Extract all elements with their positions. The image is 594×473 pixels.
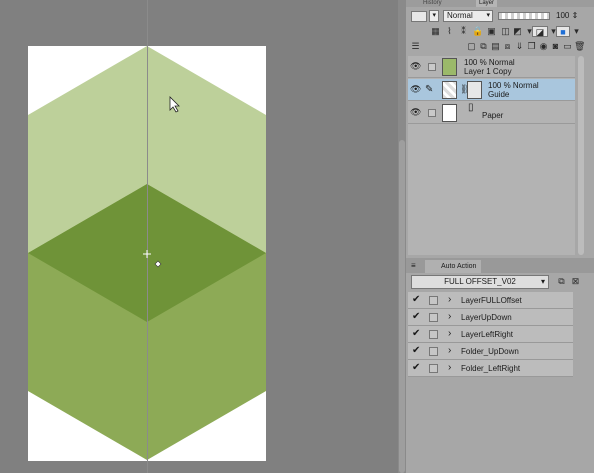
- chevron-right-icon[interactable]: ›: [448, 328, 451, 339]
- action-toggle-box[interactable]: [429, 347, 438, 356]
- fill-icon[interactable]: ◫: [500, 26, 511, 37]
- chevron-down-icon[interactable]: ▾: [571, 26, 582, 37]
- panel-tabs: History Layer: [406, 0, 594, 7]
- lock-icon[interactable]: 🔒: [472, 26, 483, 37]
- new-vector-layer-icon[interactable]: ⧉: [478, 41, 489, 52]
- layer-name-label: Layer 1 Copy: [464, 67, 512, 76]
- action-toggle-box[interactable]: [429, 364, 438, 373]
- color-square-icon[interactable]: ■: [556, 26, 570, 37]
- action-toggle-box[interactable]: [429, 330, 438, 339]
- layer-check[interactable]: [428, 109, 436, 117]
- tab-history[interactable]: History: [420, 0, 445, 7]
- canvas-area[interactable]: [0, 0, 398, 473]
- list-item[interactable]: ✔ › Folder_LeftRight: [408, 360, 573, 377]
- layer-mode-label: 100 % Normal: [464, 58, 515, 67]
- close-icon[interactable]: ⊠: [570, 276, 581, 287]
- reference-icon[interactable]: ⁑: [458, 26, 469, 37]
- lock-transparent-icon[interactable]: ▣: [486, 26, 497, 37]
- layer-name-label: Paper: [482, 111, 504, 120]
- check-icon[interactable]: ✔: [412, 362, 420, 373]
- merge-icon[interactable]: ⧈: [502, 41, 513, 52]
- layer-mode-label: 100 % Normal: [488, 81, 539, 90]
- auto-action-list: ✔ › LayerFULLOffset ✔ › LayerUpDown ✔ › …: [408, 292, 573, 377]
- new-raster-layer-icon[interactable]: ▢: [466, 41, 477, 52]
- stepper-icon[interactable]: ⇕: [569, 11, 579, 20]
- chevron-down-icon: ▾: [432, 12, 436, 19]
- right-panel: History Layer ▾ Normal ▾ 100 ⇕ ▦ ⌇ ⁑ 🔒 ▣…: [406, 0, 594, 473]
- layer-toolbar-row-1: ▦ ⌇ ⁑ 🔒 ▣ ◫ ◩ ▾ ◪ ▾ ■ ▾: [406, 25, 594, 39]
- mask-icon[interactable]: ◩: [512, 26, 523, 37]
- copy-set-icon[interactable]: ⧉: [556, 276, 567, 287]
- blend-mode-select[interactable]: Normal ▾: [443, 10, 493, 22]
- list-item[interactable]: ✔ › LayerUpDown: [408, 309, 573, 326]
- clip-icon[interactable]: ⌇: [444, 26, 455, 37]
- layer-color-swatch[interactable]: [411, 11, 427, 22]
- canvas-svg[interactable]: [0, 0, 398, 473]
- chevron-right-icon[interactable]: ›: [448, 311, 451, 322]
- canvas-vertical-scrollbar[interactable]: [398, 0, 406, 473]
- chevron-right-icon[interactable]: ›: [448, 362, 451, 373]
- eye-icon[interactable]: 👁: [410, 84, 421, 95]
- guide-ruler-icon: [467, 81, 482, 99]
- tab-auto-action[interactable]: Auto Action: [425, 260, 481, 273]
- chevron-right-icon[interactable]: ›: [448, 345, 451, 356]
- auto-action-set-select[interactable]: FULL OFFSET_V02 ▾: [411, 275, 549, 289]
- list-item[interactable]: ✔ › LayerFULLOffset: [408, 292, 573, 309]
- layer-item-guide[interactable]: 👁 ✎ ⛓ 100 % Normal Guide: [408, 79, 575, 101]
- chevron-right-icon[interactable]: ›: [448, 294, 451, 305]
- transfer-icon[interactable]: ⇓: [514, 41, 525, 52]
- opacity-slider[interactable]: [498, 12, 550, 20]
- layer-name-label: Guide: [488, 90, 510, 99]
- pen-icon: ✎: [425, 84, 434, 95]
- layer-thumbnail: [442, 104, 457, 122]
- mask-add-icon[interactable]: ◉: [538, 41, 549, 52]
- layer-item-layer1copy[interactable]: 👁 100 % Normal Layer 1 Copy: [408, 56, 575, 78]
- paper-icon: ▯: [468, 102, 474, 113]
- copy-icon[interactable]: ▭: [562, 41, 573, 52]
- action-toggle-box[interactable]: [429, 313, 438, 322]
- layer-list-scrollbar[interactable]: [578, 56, 584, 255]
- check-icon[interactable]: ✔: [412, 294, 420, 305]
- check-icon[interactable]: ✔: [412, 311, 420, 322]
- layer-item-paper[interactable]: 👁 ▯ Paper: [408, 102, 575, 124]
- swatch-dropdown-button[interactable]: ▾: [429, 10, 439, 22]
- list-item[interactable]: ✔ › LayerLeftRight: [408, 326, 573, 343]
- layer-toolbar-row-2: ☰ ▢ ⧉ ▤ ⧈ ⇓ ❐ ◉ ◙ ▭ 🗑: [406, 40, 594, 54]
- auto-action-header: ≡ Auto Action: [406, 258, 594, 273]
- eye-icon[interactable]: 👁: [410, 61, 421, 72]
- check-icon[interactable]: ✔: [412, 345, 420, 356]
- eye-icon[interactable]: 👁: [410, 107, 421, 118]
- tab-layer[interactable]: Layer: [476, 0, 498, 7]
- layer-list: 👁 100 % Normal Layer 1 Copy 👁 ✎ ⛓ 100 % …: [408, 56, 575, 255]
- layer-menu-icon[interactable]: ☰: [410, 41, 421, 52]
- scrollbar-thumb[interactable]: [399, 140, 405, 473]
- trash-icon[interactable]: 🗑: [574, 41, 585, 52]
- action-toggle-box[interactable]: [429, 296, 438, 305]
- check-icon[interactable]: ✔: [412, 328, 420, 339]
- grid-icon[interactable]: ▦: [430, 26, 441, 37]
- new-folder-icon[interactable]: ▤: [490, 41, 501, 52]
- chevron-down-icon: ▾: [540, 277, 545, 286]
- chevron-down-icon: ▾: [486, 12, 490, 19]
- layer-color-icon[interactable]: ◪: [532, 26, 548, 37]
- duplicate-icon[interactable]: ❐: [526, 41, 537, 52]
- list-item[interactable]: ✔ › Folder_UpDown: [408, 343, 573, 360]
- opacity-value[interactable]: 100 ⇕: [556, 11, 578, 20]
- panel-menu-icon[interactable]: ≡: [411, 261, 416, 270]
- layer-thumbnail: [442, 81, 457, 99]
- layer-property-bar: ▾ Normal ▾ 100 ⇕: [406, 8, 594, 24]
- layer-check[interactable]: [428, 63, 436, 71]
- auto-action-set-row: FULL OFFSET_V02 ▾ ⧉ ⊠: [406, 274, 594, 290]
- apply-mask-icon[interactable]: ◙: [550, 41, 561, 52]
- layer-thumbnail: [442, 58, 457, 76]
